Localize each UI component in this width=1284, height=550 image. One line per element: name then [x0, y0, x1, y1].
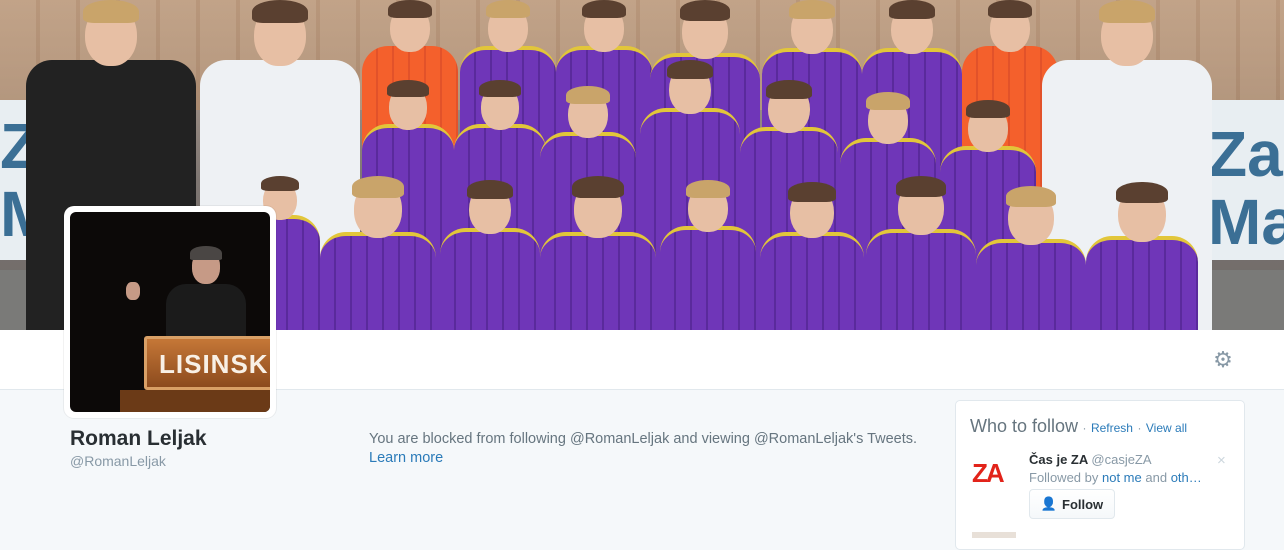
player-figure	[440, 180, 540, 330]
player-hair	[1116, 182, 1168, 204]
profile-avatar[interactable]: LISINSKI	[64, 206, 276, 418]
player-figure	[540, 176, 656, 330]
followed-by-label: Followed by	[1029, 470, 1099, 485]
player-hair	[965, 100, 1011, 119]
blocked-message: You are blocked from following @RomanLel…	[369, 430, 949, 468]
close-icon[interactable]: ×	[1217, 452, 1226, 469]
follow-button[interactable]: 👤 Follow	[1029, 489, 1115, 519]
player-hair	[895, 176, 947, 197]
who-to-follow-title: Who to follow	[970, 416, 1079, 436]
followed-by-and: and	[1145, 470, 1168, 485]
player-hair	[387, 0, 433, 19]
player-shirt	[320, 232, 436, 330]
player-hair	[679, 0, 731, 21]
suggestion-name[interactable]: Čas je ZA @casjeZA	[1029, 452, 1152, 467]
player-hair	[565, 86, 611, 105]
profile-handle[interactable]: @RomanLeljak	[70, 453, 166, 469]
player-hair	[667, 60, 713, 79]
followed-by-user-link[interactable]: not me	[1102, 470, 1142, 485]
separator-dot: ·	[1082, 421, 1087, 435]
player-hair	[1005, 186, 1057, 207]
player-figure	[976, 186, 1086, 330]
followed-by-others-link[interactable]: oth…	[1171, 470, 1202, 485]
player-hair	[83, 0, 139, 24]
player-hair	[351, 176, 405, 198]
blocked-text: You are blocked from following @RomanLel…	[369, 431, 918, 447]
player-figure	[866, 176, 976, 330]
suggestion-handle[interactable]: @casjeZA	[1091, 452, 1151, 467]
player-hair	[889, 0, 935, 19]
player-hair	[685, 180, 731, 199]
avatar-photo: LISINSKI	[70, 212, 270, 412]
podium: LISINSKI	[144, 336, 270, 390]
player-hair	[467, 180, 513, 199]
player-hair	[865, 92, 911, 111]
player-hair	[261, 176, 299, 192]
podium-base	[120, 390, 270, 412]
player-hair	[789, 0, 835, 19]
follow-user-icon: 👤	[1040, 496, 1057, 511]
learn-more-link[interactable]: Learn more	[369, 450, 443, 466]
player-hair	[252, 0, 308, 24]
player-figure	[320, 176, 436, 330]
speaker-hair	[190, 246, 222, 260]
speaker-hand	[126, 282, 140, 300]
suggestion-avatar[interactable]	[972, 532, 1016, 538]
suggestion-followed-by: Followed by not me and oth…	[1029, 470, 1213, 485]
player-hair	[788, 182, 836, 202]
who-to-follow-header: Who to follow · Refresh · View all	[970, 416, 1187, 437]
player-hair	[478, 80, 522, 98]
who-to-follow-module: Who to follow · Refresh · View all ZA Ča…	[955, 400, 1245, 550]
player-hair	[987, 0, 1033, 19]
profile-name[interactable]: Roman Leljak	[70, 427, 207, 451]
refresh-link[interactable]: Refresh	[1091, 421, 1133, 435]
player-shirt	[440, 228, 540, 330]
player-hair	[386, 80, 430, 98]
player-hair	[485, 0, 531, 19]
suggestion-avatar[interactable]: ZA	[972, 460, 1016, 486]
player-hair	[766, 80, 812, 99]
gear-icon[interactable]: ⚙	[1212, 349, 1234, 371]
player-figure	[1086, 182, 1198, 330]
separator-dot: ·	[1137, 421, 1142, 435]
player-shirt	[540, 232, 656, 330]
player-shirt	[1086, 236, 1198, 330]
player-figure	[660, 180, 756, 330]
player-shirt	[760, 232, 864, 330]
player-shirt	[976, 239, 1086, 330]
player-shirt	[660, 226, 756, 330]
player-hair	[581, 0, 627, 19]
podium-sign-text: LISINSKI	[159, 349, 270, 379]
follow-button-label: Follow	[1062, 496, 1104, 512]
player-hair	[571, 176, 625, 198]
view-all-link[interactable]: View all	[1146, 421, 1187, 435]
player-shirt	[866, 229, 976, 330]
player-figure	[760, 182, 864, 330]
player-hair	[1099, 0, 1155, 24]
suggestion-fullname[interactable]: Čas je ZA	[1029, 452, 1088, 467]
